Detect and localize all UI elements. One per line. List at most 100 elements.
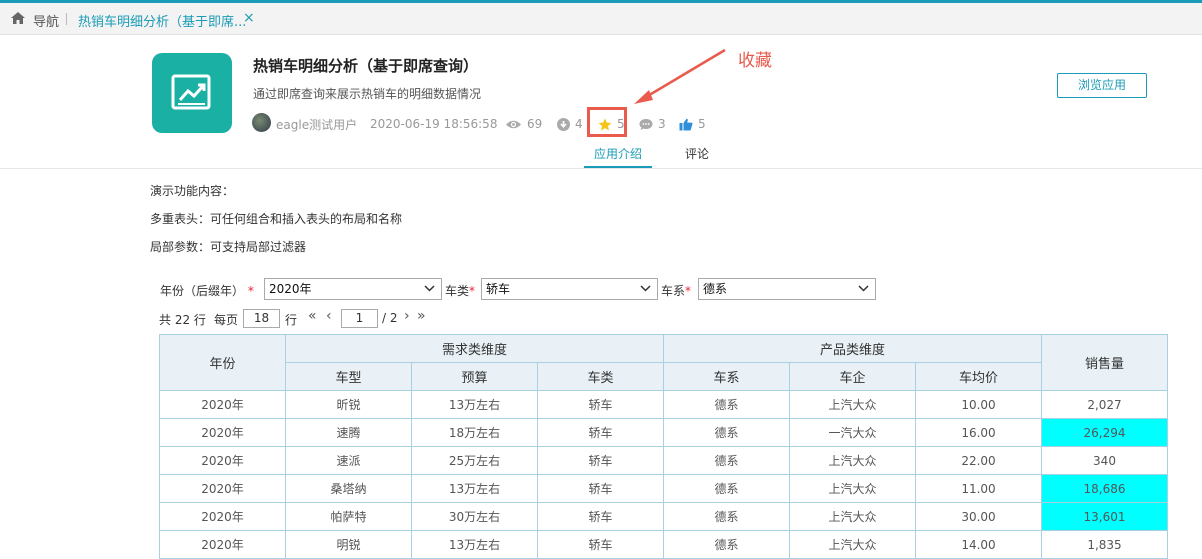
model-cell: 速腾	[285, 418, 412, 447]
series-filter-label: 车系*	[661, 282, 691, 299]
table-row: 2020年 桑塔纳 13万左右 轿车 德系 上汽大众 11.00 18,686	[159, 474, 1168, 503]
budget-cell: 30万左右	[411, 502, 538, 531]
car-type-cell: 轿车	[537, 502, 664, 531]
app-title: 热销车明细分析（基于即席查询）	[253, 57, 479, 75]
annotation-arrow	[634, 48, 726, 104]
likes-count[interactable]: 5	[679, 114, 706, 134]
tabs-divider	[0, 168, 1202, 169]
sales-cell: 26,294	[1041, 418, 1168, 447]
sales-detail-table: 年份 需求类维度 产品类维度 销售量 车型 预算 车类 车系 车企 车均价 20…	[159, 334, 1168, 559]
sales-cell: 1,835	[1041, 530, 1168, 559]
publish-datetime: 2020-06-19 18:56:58	[370, 114, 497, 134]
series-select[interactable]: 德系	[698, 278, 876, 300]
year-filter-label: 年份（后缀年） *	[160, 282, 254, 299]
car-series-cell: 德系	[663, 530, 790, 559]
avg-price-cell: 10.00	[915, 390, 1042, 419]
manufacturer-cell: 一汽大众	[789, 418, 916, 447]
nav-label[interactable]: 导航	[33, 11, 59, 30]
table-body: 2020年 昕锐 13万左右 轿车 德系 上汽大众 10.00 2,027 2020年 速腾 18万…	[159, 390, 1168, 559]
header-model[interactable]: 车型	[285, 362, 412, 391]
required-mark: *	[469, 284, 476, 298]
year-cell: 2020年	[159, 474, 286, 503]
last-page-icon[interactable]: »	[417, 308, 426, 324]
likes-count-text: 5	[698, 117, 706, 131]
first-page-icon[interactable]: «	[308, 308, 317, 324]
tab-app-detail[interactable]: 热销车明细分析（基于即席...	[78, 11, 246, 30]
model-cell: 帕萨特	[285, 502, 412, 531]
author-name[interactable]: eagle测试用户	[276, 114, 357, 134]
prev-page-icon[interactable]: ‹	[326, 308, 332, 324]
comments-count-text: 3	[658, 117, 666, 131]
sales-cell: 2,027	[1041, 390, 1168, 419]
avg-price-cell: 11.00	[915, 474, 1042, 503]
tab-separator	[66, 13, 67, 25]
car-type-cell: 轿车	[537, 474, 664, 503]
year-select-value: 2020年	[269, 282, 312, 296]
chevron-down-icon	[858, 285, 869, 292]
tab-comments[interactable]: 评论	[685, 145, 709, 162]
publish-datetime-text: 2020-06-19 18:56:58	[370, 117, 498, 131]
avatar[interactable]	[252, 113, 271, 132]
chevron-down-icon	[640, 285, 651, 292]
header-car-series[interactable]: 车系	[663, 362, 790, 391]
downloads-count[interactable]: 4	[557, 114, 583, 134]
budget-cell: 13万左右	[411, 530, 538, 559]
sales-cell: 13,601	[1041, 502, 1168, 531]
budget-cell: 13万左右	[411, 390, 538, 419]
car-type-cell: 轿车	[537, 530, 664, 559]
series-select-value: 德系	[703, 282, 728, 296]
header-car-type[interactable]: 车类	[537, 362, 664, 391]
tab-app-intro[interactable]: 应用介绍	[584, 145, 652, 162]
header-demand-dimension: 需求类维度	[285, 334, 664, 363]
thumbs-up-icon	[679, 118, 693, 130]
manufacturer-cell: 上汽大众	[789, 474, 916, 503]
views-count-text: 69	[527, 117, 543, 131]
browse-app-button[interactable]: 浏览应用	[1057, 73, 1147, 98]
sales-cell: 18,686	[1041, 474, 1168, 503]
type-filter-label: 车类*	[445, 282, 475, 299]
avg-price-cell: 22.00	[915, 446, 1042, 475]
header-year[interactable]: 年份	[159, 334, 286, 391]
car-type-cell: 轿车	[537, 418, 664, 447]
car-series-cell: 德系	[663, 390, 790, 419]
tab-bar: 导航 热销车明细分析（基于即席... ×	[0, 3, 1202, 35]
per-page-input[interactable]: 18	[243, 309, 280, 328]
sales-cell: 340	[1041, 446, 1168, 475]
car-series-cell: 德系	[663, 446, 790, 475]
table-row: 2020年 昕锐 13万左右 轿车 德系 上汽大众 10.00 2,027	[159, 390, 1168, 419]
model-cell: 桑塔纳	[285, 474, 412, 503]
per-page-label: 每页	[214, 313, 239, 327]
app-icon	[152, 53, 232, 133]
budget-cell: 13万左右	[411, 474, 538, 503]
close-icon[interactable]: ×	[243, 10, 255, 26]
page-total: / 2	[382, 311, 398, 325]
intro-line: 局部参数：可支持局部过滤器	[150, 240, 307, 254]
header-budget[interactable]: 预算	[411, 362, 538, 391]
series-filter-label-text: 车系	[661, 284, 686, 298]
type-select[interactable]: 轿车	[481, 278, 658, 300]
downloads-count-text: 4	[575, 117, 583, 131]
home-icon[interactable]	[10, 11, 26, 25]
page-number-input[interactable]: 1	[341, 309, 378, 328]
model-cell: 昕锐	[285, 390, 412, 419]
header-row-groups: 年份 需求类维度 产品类维度 销售量	[159, 334, 1168, 391]
header-sales[interactable]: 销售量	[1041, 334, 1168, 391]
header-manufacturer[interactable]: 车企	[789, 362, 916, 391]
year-cell: 2020年	[159, 502, 286, 531]
comments-count[interactable]: 3	[639, 114, 666, 134]
manufacturer-cell: 上汽大众	[789, 446, 916, 475]
header-avg-price[interactable]: 车均价	[915, 362, 1042, 391]
next-page-icon[interactable]: ›	[404, 308, 410, 324]
car-series-cell: 德系	[663, 502, 790, 531]
manufacturer-cell: 上汽大众	[789, 530, 916, 559]
header-row-columns: 车型 预算 车类 车系 车企 车均价	[160, 362, 1168, 391]
model-cell: 明锐	[285, 530, 412, 559]
year-select[interactable]: 2020年	[264, 278, 442, 300]
views-count: 69	[505, 114, 542, 134]
avg-price-cell: 30.00	[915, 502, 1042, 531]
car-series-cell: 德系	[663, 418, 790, 447]
manufacturer-cell: 上汽大众	[789, 502, 916, 531]
download-icon	[557, 117, 570, 131]
eye-icon	[506, 120, 521, 128]
car-type-cell: 轿车	[537, 446, 664, 475]
